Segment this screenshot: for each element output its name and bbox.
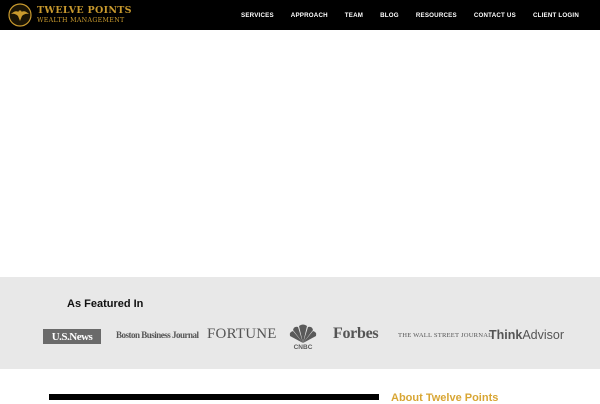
site-logo[interactable]: TWELVE POINTS WEALTH MANAGEMENT (7, 3, 132, 27)
top-navigation-bar: TWELVE POINTS WEALTH MANAGEMENT SERVICES… (0, 0, 600, 30)
forbes-logo: Forbes (333, 325, 379, 342)
main-nav: SERVICES APPROACH TEAM BLOG RESOURCES CO… (241, 0, 579, 30)
nav-contact-us[interactable]: CONTACT US (474, 12, 516, 19)
cnbc-logo: CNBC (287, 324, 319, 351)
nav-blog[interactable]: BLOG (380, 12, 399, 19)
boston-business-journal-logo: Boston Business Journal (116, 330, 199, 340)
featured-heading: As Featured In (67, 298, 144, 310)
fortune-logo: FORTUNE (207, 326, 277, 342)
nav-resources[interactable]: RESOURCES (416, 12, 457, 19)
nav-client-login[interactable]: CLIENT LOGIN (533, 12, 579, 19)
peacock-icon (289, 324, 317, 343)
about-section: About Twelve Points (0, 369, 600, 404)
nav-services[interactable]: SERVICES (241, 12, 274, 19)
nav-team[interactable]: TEAM (345, 12, 363, 19)
thinkadvisor-logo: ThinkAdvisor (489, 328, 564, 342)
brand-subtitle: WEALTH MANAGEMENT (37, 16, 125, 24)
video-player[interactable] (49, 394, 379, 400)
brand-title: TWELVE POINTS (37, 5, 132, 17)
usnews-logo: U.S.News (43, 329, 101, 344)
hero-section (0, 30, 600, 277)
wall-street-journal-logo: THE WALL STREET JOURNAL. (398, 332, 495, 339)
eagle-crest-icon (8, 3, 32, 27)
usnews-logo-text: U.S.News (51, 330, 93, 343)
thinkadvisor-think: Think (489, 328, 523, 342)
cnbc-logo-text: CNBC (293, 344, 313, 351)
featured-in-section: As Featured In U.S.News Boston Business … (0, 277, 600, 369)
about-heading: About Twelve Points (391, 392, 499, 404)
nav-approach[interactable]: APPROACH (291, 12, 328, 19)
thinkadvisor-advisor: Advisor (522, 328, 565, 342)
